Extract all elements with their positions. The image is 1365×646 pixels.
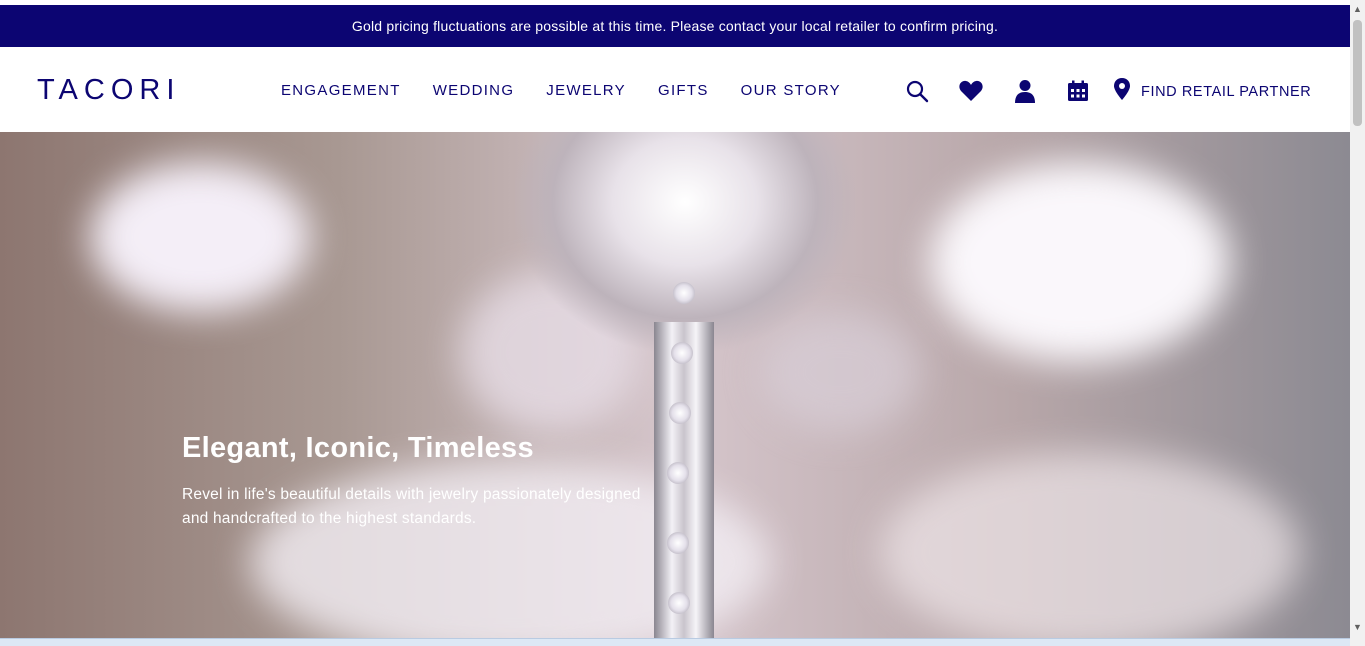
announcement-text: Gold pricing fluctuations are possible a… xyxy=(351,18,999,34)
main-nav: ENGAGEMENT WEDDING JEWELRY GIFTS OUR STO… xyxy=(281,82,873,99)
band-diamond xyxy=(668,592,690,614)
brand-logo[interactable]: TACORI xyxy=(37,74,180,107)
user-icon[interactable] xyxy=(1011,77,1039,105)
band-diamond xyxy=(673,282,695,304)
site-header: TACORI ENGAGEMENT WEDDING JEWELRY GIFTS … xyxy=(0,47,1350,132)
announcement-bar: Gold pricing fluctuations are possible a… xyxy=(0,5,1350,47)
ring-halo-setting xyxy=(515,132,855,352)
scroll-thumb[interactable] xyxy=(1353,20,1362,126)
search-icon[interactable] xyxy=(903,77,931,105)
taskbar-edge xyxy=(0,638,1350,646)
nav-our-story[interactable]: OUR STORY xyxy=(741,82,841,99)
bokeh-light xyxy=(880,452,1300,638)
scroll-down-arrow-icon[interactable]: ▼ xyxy=(1350,622,1365,634)
header-icons xyxy=(903,77,1092,105)
nav-engagement[interactable]: ENGAGEMENT xyxy=(281,82,401,99)
nav-jewelry[interactable]: JEWELRY xyxy=(546,82,626,99)
band-diamond xyxy=(667,462,689,484)
band-diamond xyxy=(669,402,691,424)
calendar-icon[interactable] xyxy=(1064,77,1092,105)
find-retail-partner-label: FIND RETAIL PARTNER xyxy=(1141,83,1312,100)
page-scrollbar[interactable]: ▲ ▼ xyxy=(1350,0,1365,646)
heart-icon[interactable] xyxy=(957,77,985,105)
find-retail-partner-link[interactable]: FIND RETAIL PARTNER xyxy=(1113,78,1311,105)
band-diamond xyxy=(667,532,689,554)
hero-subtitle: Revel in life's beautiful details with j… xyxy=(182,486,641,527)
hero-banner: Elegant, Iconic, Timeless Revel in life'… xyxy=(0,132,1350,638)
bokeh-light xyxy=(90,162,310,312)
bokeh-light xyxy=(930,162,1230,362)
scroll-up-arrow-icon[interactable]: ▲ xyxy=(1350,4,1365,16)
band-diamond xyxy=(671,342,693,364)
nav-wedding[interactable]: WEDDING xyxy=(433,82,515,99)
location-pin-icon xyxy=(1113,78,1131,105)
hero-title: Elegant, Iconic, Timeless xyxy=(182,432,534,464)
nav-gifts[interactable]: GIFTS xyxy=(658,82,709,99)
